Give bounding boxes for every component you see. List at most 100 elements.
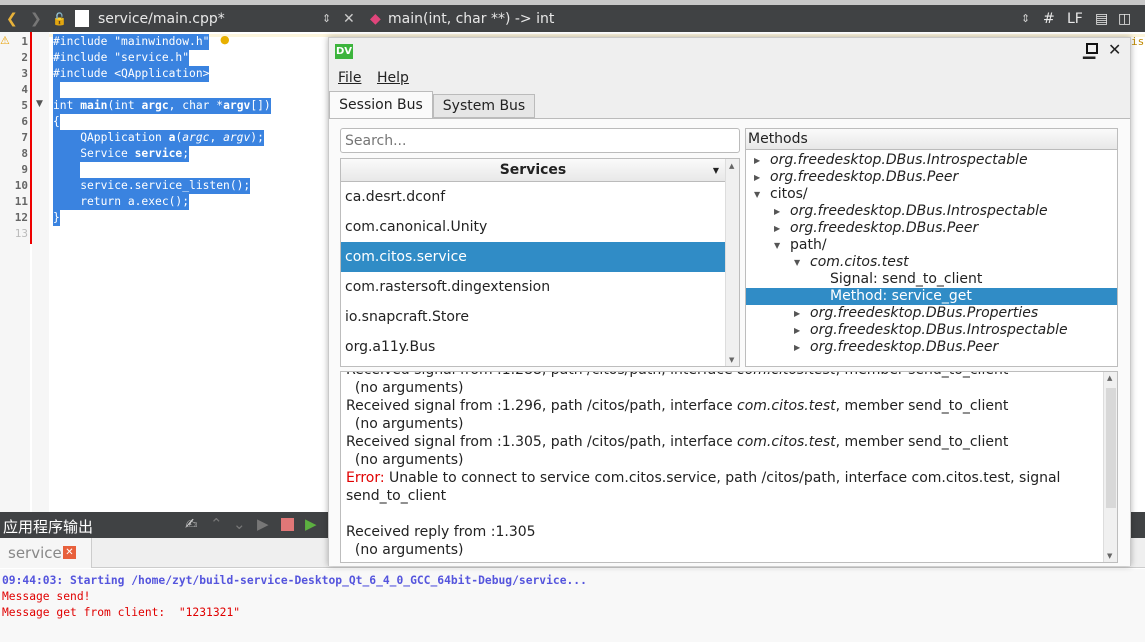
expanded-arrow-icon[interactable]: ▼ [754,186,760,203]
collapsed-arrow-icon[interactable]: ▶ [774,203,780,220]
menu-file[interactable]: File [338,70,361,86]
tree-item-label: Signal: send_to_client [830,271,983,287]
fold-arrow-icon[interactable]: ▼ [36,99,43,109]
cpp-file-icon [75,10,89,27]
tree-item-label: org.freedesktop.DBus.Introspectable [790,203,1048,219]
service-item[interactable]: com.citos.service [341,242,725,272]
code-line[interactable]: #include "service.h" [53,50,190,66]
log-interface: com.citos.test [737,398,836,414]
collapsed-arrow-icon[interactable]: ▶ [754,169,760,186]
code-line[interactable] [53,82,60,98]
forward-icon[interactable]: ❯ [30,10,42,28]
output-tab-service[interactable]: service ✕ [0,538,92,568]
code-line[interactable]: QApplication a(argc, argv); [53,130,264,146]
methods-header[interactable]: Methods [746,129,1117,150]
collapsed-arrow-icon[interactable]: ▶ [754,152,760,169]
hash-button[interactable]: # [1043,10,1055,28]
service-item[interactable]: com.rastersoft.dingextension [341,272,725,302]
line-number: 3 [21,67,28,80]
tree-item[interactable]: ▶ org.freedesktop.DBus.Peer [746,220,1117,237]
code-line[interactable]: service.service_listen(); [53,178,251,194]
code-line[interactable]: return a.exec(); [53,194,190,210]
service-item[interactable]: org.a11y.Bus [341,332,725,362]
line-number: 9 [21,163,28,176]
log-line: send_to_client [346,487,446,505]
close-file-icon[interactable]: ✕ [343,10,355,28]
split-icon[interactable]: ◫ [1118,10,1131,28]
tree-item[interactable]: ▼ com.citos.test [746,254,1117,271]
tree-item[interactable]: ▼ citos/ [746,186,1117,203]
log-line: Received signal from :1.288, path /citos… [346,372,1009,379]
log-scrollbar[interactable]: ▲ ▼ [1103,372,1117,562]
tree-item-label: path/ [790,237,827,253]
back-icon[interactable]: ❮ [6,10,18,28]
tree-item[interactable]: ▼ path/ [746,237,1117,254]
close-tab-icon[interactable]: ✕ [63,546,76,559]
code-line[interactable]: { [53,114,60,130]
symbol-selector[interactable]: main(int, char **) -> int [388,10,554,28]
tree-item-label: org.freedesktop.DBus.Properties [810,305,1039,321]
tree-item[interactable]: ▶ org.freedesktop.DBus.Peer [746,339,1117,356]
code-line[interactable]: } [53,210,60,226]
log-text: send_to_client [346,488,447,504]
log-line: Error: Unable to connect to service com.… [346,469,1060,487]
annotation-text: ise [1131,35,1145,48]
run-icon[interactable]: ▶ [257,515,269,533]
line-number: 2 [21,51,28,64]
app-logo: DV [335,44,353,59]
maximize-button[interactable] [1086,43,1098,54]
tree-item[interactable]: ▶ org.freedesktop.DBus.Introspectable [746,152,1117,169]
output-text[interactable]: 09:44:03: Starting /home/zyt/build-servi… [0,569,1145,642]
tree-item[interactable]: ▶ org.freedesktop.DBus.Properties [746,305,1117,322]
services-scrollbar[interactable]: ▲ ▼ [725,159,739,366]
code-line[interactable]: int main(int argc, char *argv[]) [53,98,271,114]
line-number: 4 [21,83,28,96]
tree-item-label: org.freedesktop.DBus.Peer [790,220,979,236]
log-line: (no arguments) [346,379,464,397]
log-line: Received reply from :1.305 [346,523,536,541]
file-dropdown-icon[interactable]: ⇕ [322,10,331,28]
tree-item[interactable]: ▶ org.freedesktop.DBus.Introspectable [746,203,1117,220]
search-input[interactable] [340,128,740,153]
services-header[interactable]: Services ▼ [341,159,725,182]
log-member: , member send_to_client [836,372,1009,378]
output-line: Message get from client: "1231321" [2,606,241,619]
collapsed-arrow-icon[interactable]: ▶ [794,305,800,322]
tab-system-bus[interactable]: System Bus [433,94,535,118]
clear-icon[interactable]: ✍ [185,515,198,533]
stop-icon[interactable] [281,518,294,531]
up-icon[interactable]: ⌃ [210,515,223,533]
message-log[interactable]: Received signal from :1.288, path /citos… [340,371,1118,563]
expanded-arrow-icon[interactable]: ▼ [774,237,780,254]
collapsed-arrow-icon[interactable]: ▶ [794,322,800,339]
tree-item[interactable]: ▶ org.freedesktop.DBus.Peer [746,169,1117,186]
log-text: Received signal from :1.296, path /citos… [346,398,738,414]
symbol-dropdown-icon[interactable]: ⇕ [1021,10,1030,28]
collapsed-arrow-icon[interactable]: ▶ [794,339,800,356]
tree-item[interactable]: Signal: send_to_client [746,271,1117,288]
tree-item[interactable]: Method: service_get [746,288,1117,305]
line-number: 5 [21,99,28,112]
tree-item[interactable]: ▶ org.freedesktop.DBus.Introspectable [746,322,1117,339]
code-line[interactable]: #include "mainwindow.h" [53,34,210,50]
line-ending-button[interactable]: LF [1067,10,1083,28]
down-icon[interactable]: ⌄ [233,515,246,533]
service-item[interactable]: ca.desrt.dconf [341,182,725,212]
service-item[interactable]: com.canonical.Unity [341,212,725,242]
code-line[interactable]: Service service; [53,146,190,162]
document-icon[interactable]: ▤ [1095,10,1108,28]
tab-session-bus[interactable]: Session Bus [329,91,433,119]
collapsed-arrow-icon[interactable]: ▶ [774,220,780,237]
line-number: 10 [14,179,28,192]
log-member: , member send_to_client [835,434,1009,450]
code-line[interactable]: #include <QApplication> [53,66,210,82]
file-selector[interactable]: service/main.cpp* [98,10,225,28]
menu-help[interactable]: Help [377,70,409,86]
debug-run-icon[interactable]: ▶ [305,515,317,533]
log-line: Received signal from :1.296, path /citos… [346,397,1008,415]
code-line[interactable] [53,162,81,178]
service-item[interactable]: io.snapcraft.Store [341,302,725,332]
expanded-arrow-icon[interactable]: ▼ [794,254,800,271]
lightbulb-icon[interactable]: ● [220,33,230,46]
close-button[interactable]: ✕ [1108,40,1121,59]
